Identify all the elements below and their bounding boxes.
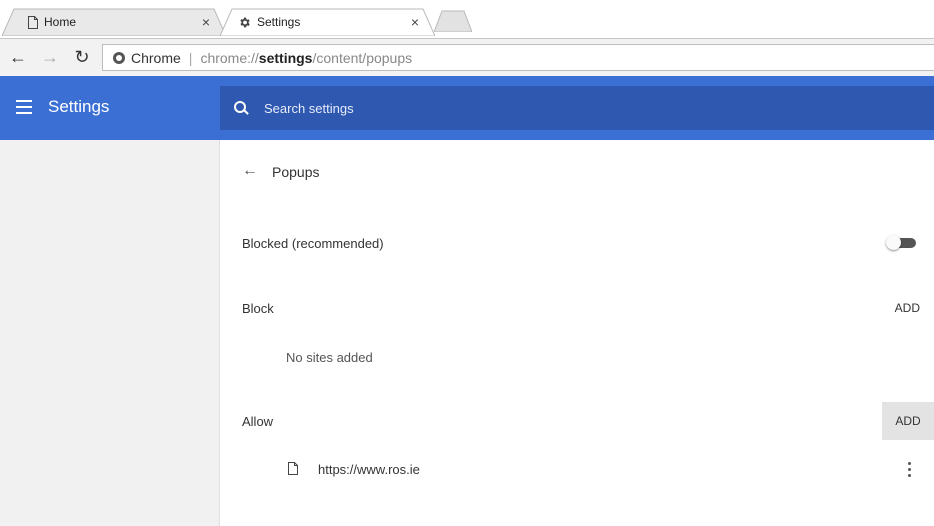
sidebar bbox=[0, 140, 219, 526]
block-section-label: Block bbox=[242, 301, 274, 316]
tab-settings-content: Settings bbox=[220, 8, 435, 36]
address-bar[interactable]: Chrome | chrome://settings/content/popup… bbox=[102, 44, 934, 71]
toggle-knob bbox=[886, 235, 901, 250]
browser-toolbar: ← → ↻ Chrome | chrome://settings/content… bbox=[0, 38, 934, 76]
back-arrow-icon[interactable]: ← bbox=[8, 47, 28, 67]
search-input[interactable] bbox=[262, 99, 666, 117]
blocked-toggle[interactable] bbox=[886, 235, 918, 250]
tab-home[interactable]: Home × bbox=[2, 8, 226, 36]
settings-content: ← Popups Blocked (recommended) Block ADD… bbox=[219, 140, 934, 526]
tab-settings[interactable]: Settings × bbox=[220, 8, 435, 36]
app-title: Settings bbox=[48, 97, 110, 116]
page-icon bbox=[288, 462, 298, 475]
tab-settings-title: Settings bbox=[257, 15, 301, 29]
gear-icon bbox=[240, 17, 250, 27]
allow-add-button[interactable]: ADD bbox=[882, 402, 934, 440]
block-add-button[interactable]: ADD bbox=[891, 301, 924, 315]
blocked-label: Blocked (recommended) bbox=[242, 236, 384, 251]
tab-strip: Home × Settings × bbox=[0, 0, 934, 38]
settings-header: Settings bbox=[0, 76, 934, 140]
more-vert-icon[interactable] bbox=[908, 462, 912, 478]
allowed-site-url: https://www.ros.ie bbox=[318, 462, 420, 477]
back-arrow-icon[interactable]: ← bbox=[242, 162, 258, 180]
search-bar[interactable] bbox=[220, 86, 934, 130]
chrome-icon bbox=[113, 51, 125, 64]
url-path: /content/popups bbox=[312, 49, 413, 66]
omnibox-separator: | bbox=[188, 49, 193, 66]
new-tab-button[interactable] bbox=[434, 10, 472, 32]
close-icon[interactable]: × bbox=[202, 14, 210, 30]
tab-home-content: Home bbox=[2, 8, 226, 36]
close-icon[interactable]: × bbox=[411, 14, 419, 30]
page-title: Popups bbox=[272, 164, 320, 180]
reload-icon[interactable]: ↻ bbox=[72, 47, 92, 67]
url-host: settings bbox=[258, 49, 313, 66]
tab-home-title: Home bbox=[44, 15, 77, 29]
chrome-chip-label: Chrome bbox=[131, 49, 181, 66]
menu-icon[interactable] bbox=[16, 100, 32, 114]
allow-add-label: ADD bbox=[895, 414, 921, 428]
search-icon[interactable] bbox=[234, 101, 248, 115]
allow-section-label: Allow bbox=[242, 414, 274, 429]
page-icon bbox=[28, 15, 38, 29]
url-scheme: chrome:// bbox=[200, 49, 259, 66]
forward-arrow-icon[interactable]: → bbox=[40, 47, 60, 67]
block-empty-text: No sites added bbox=[286, 350, 373, 365]
